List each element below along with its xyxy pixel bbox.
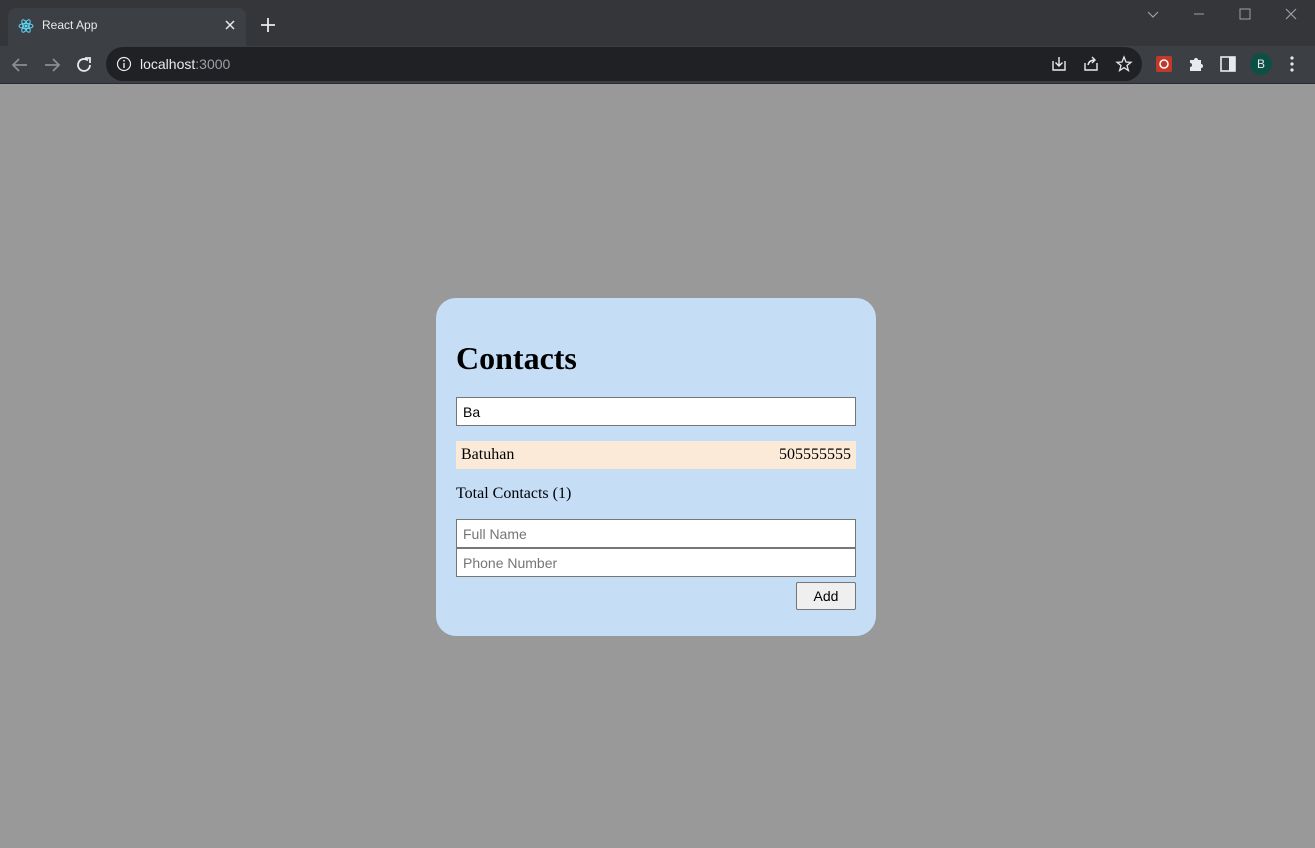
total-contacts: Total Contacts (1): [456, 485, 572, 502]
minimize-icon[interactable]: [1191, 6, 1207, 22]
profile-avatar[interactable]: B: [1250, 53, 1272, 75]
extension-icon[interactable]: [1154, 54, 1174, 74]
url-text: localhost:3000: [140, 56, 230, 72]
react-logo-icon: [18, 19, 34, 33]
contact-phone: 505555555: [779, 446, 851, 463]
puzzle-icon[interactable]: [1186, 54, 1206, 74]
page-title: Contacts: [456, 340, 577, 376]
address-bar[interactable]: localhost:3000: [106, 47, 1142, 81]
side-panel-icon[interactable]: [1218, 54, 1238, 74]
maximize-icon[interactable]: [1237, 6, 1253, 22]
fullname-input[interactable]: [456, 519, 856, 548]
url-port: :3000: [195, 56, 231, 72]
forward-icon[interactable]: [41, 54, 63, 76]
add-button[interactable]: Add: [796, 582, 856, 610]
info-icon[interactable]: [116, 56, 132, 72]
install-app-icon[interactable]: [1050, 55, 1068, 73]
browser-tab[interactable]: React App: [8, 8, 246, 46]
new-tab-icon[interactable]: [258, 15, 278, 35]
reload-icon[interactable]: [73, 54, 95, 76]
contact-name: Batuhan: [461, 446, 515, 463]
contacts-card: Contacts Batuhan 505555555 Total Contact…: [436, 298, 876, 636]
tab-title: React App: [42, 18, 98, 32]
close-window-icon[interactable]: [1283, 6, 1299, 22]
url-host: localhost: [140, 56, 196, 72]
close-tab-icon[interactable]: [222, 17, 238, 33]
browser-titlebar: React App: [0, 0, 1315, 46]
tab-search-icon[interactable]: [1145, 6, 1161, 22]
browser-toolbar: localhost:3000 B: [0, 46, 1315, 84]
list-item: Batuhan 505555555: [456, 441, 856, 469]
phone-input[interactable]: [456, 548, 856, 577]
share-icon[interactable]: [1082, 55, 1100, 73]
filter-input[interactable]: [456, 397, 856, 426]
back-icon[interactable]: [9, 54, 31, 76]
bookmark-star-icon[interactable]: [1115, 55, 1133, 73]
menu-icon[interactable]: [1282, 54, 1302, 74]
